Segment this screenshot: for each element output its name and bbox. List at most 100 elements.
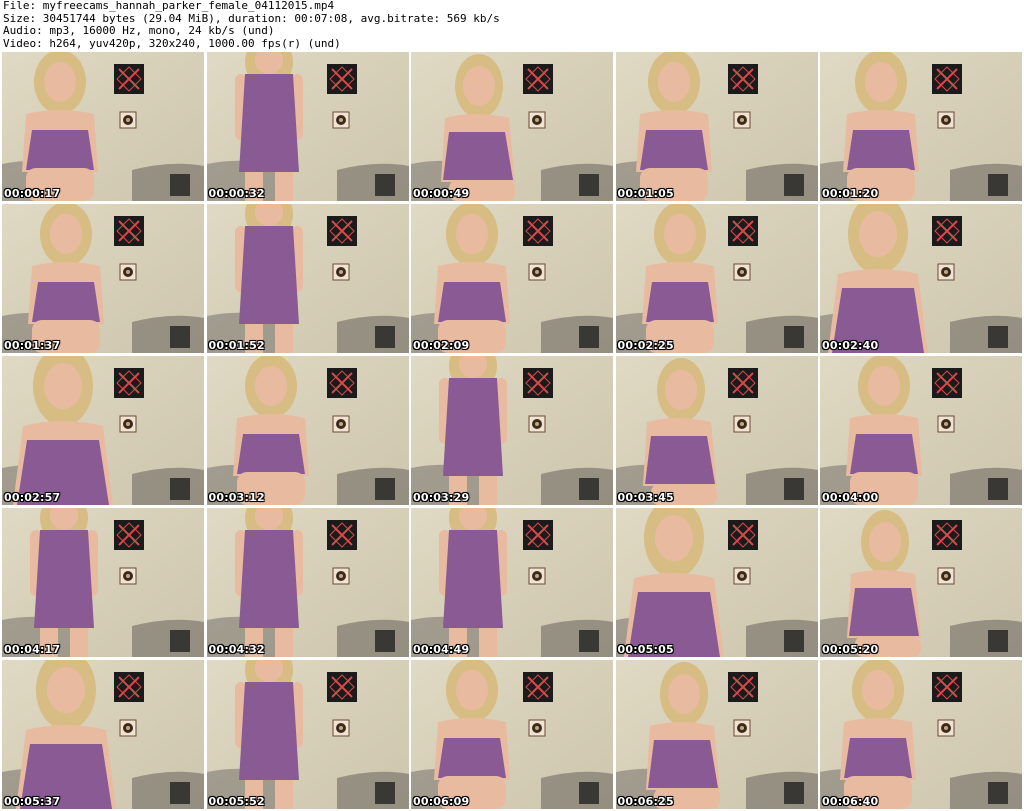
video-thumbnail: 00:04:32 (206, 508, 409, 657)
video-thumbnail: 00:02:57 (2, 356, 204, 505)
video-thumbnail: 00:01:37 (2, 204, 204, 353)
wall-art-frame (932, 64, 962, 94)
thumbnail-frame-image (2, 52, 204, 201)
video-thumbnail: 00:00:17 (2, 52, 204, 201)
video-thumbnail: 00:05:37 (2, 660, 204, 809)
thumbnail-timestamp: 00:05:37 (4, 795, 61, 808)
file-name-line: File: myfreecams_hannah_parker_female_04… (3, 0, 335, 12)
thumbnail-frame-image (206, 204, 409, 353)
thumbnail-timestamp: 00:01:37 (4, 339, 61, 352)
thumbnail-frame-image (411, 52, 613, 201)
thumbnail-frame-image (820, 508, 1022, 657)
thumbnail-frame-image (820, 204, 1022, 353)
thumbnail-frame-image (615, 508, 818, 657)
thumbnail-frame-image (2, 508, 204, 657)
wall-art-frame (114, 672, 144, 702)
video-thumbnail: 00:04:00 (820, 356, 1022, 505)
thumbnail-timestamp: 00:02:25 (617, 339, 674, 352)
thumbnail-timestamp: 00:02:09 (413, 339, 470, 352)
wall-art-frame (932, 368, 962, 398)
thumbnail-grid: 00:00:17 00:00:32 00:00:49 00:01:05 00:01:20… (2, 52, 1022, 809)
thumbnail-timestamp: 00:04:17 (4, 643, 61, 656)
thumbnail-frame-image (2, 356, 204, 505)
video-thumbnail: 00:05:20 (820, 508, 1022, 657)
thumbnail-timestamp: 00:02:57 (4, 491, 61, 504)
wall-art-frame (114, 368, 144, 398)
video-thumbnail: 00:01:52 (206, 204, 409, 353)
video-thumbnail: 00:01:05 (615, 52, 818, 201)
thumbnail-frame-image (2, 204, 204, 353)
thumbnail-timestamp: 00:04:00 (822, 491, 879, 504)
thumbnail-timestamp: 00:05:05 (617, 643, 674, 656)
video-thumbnail: 00:06:25 (615, 660, 818, 809)
thumbnail-frame-image (206, 356, 409, 505)
thumbnail-frame-image (615, 52, 818, 201)
wall-art-frame (932, 216, 962, 246)
wall-art-frame (326, 64, 357, 94)
thumbnail-timestamp: 00:06:40 (822, 795, 879, 808)
thumbnail-frame-image (411, 204, 613, 353)
video-thumbnail: 00:00:49 (411, 52, 613, 201)
thumbnail-timestamp: 00:05:52 (208, 795, 265, 808)
wall-art-frame (523, 368, 553, 398)
wall-art-frame (727, 216, 758, 246)
audio-info-line: Audio: mp3, 16000 Hz, mono, 24 kb/s (und… (3, 24, 275, 37)
thumbnail-frame-image (820, 52, 1022, 201)
video-thumbnail: 00:06:09 (411, 660, 613, 809)
wall-art-frame (727, 64, 758, 94)
thumbnail-frame-image (411, 660, 613, 809)
video-thumbnail: 00:02:25 (615, 204, 818, 353)
wall-art-frame (523, 216, 553, 246)
thumbnail-frame-image (206, 660, 409, 809)
thumbnail-timestamp: 00:01:05 (617, 187, 674, 200)
video-thumbnail: 00:04:17 (2, 508, 204, 657)
video-thumbnail: 00:05:52 (206, 660, 409, 809)
wall-art-frame (114, 520, 144, 550)
video-thumbnail: 00:00:32 (206, 52, 409, 201)
wall-art-frame (326, 672, 357, 702)
video-thumbnail: 00:04:49 (411, 508, 613, 657)
thumbnail-timestamp: 00:04:49 (413, 643, 470, 656)
thumbnail-timestamp: 00:00:32 (208, 187, 265, 200)
thumbnail-timestamp: 00:01:20 (822, 187, 879, 200)
wall-art-frame (727, 520, 758, 550)
video-thumbnail: 00:03:12 (206, 356, 409, 505)
video-info-line: Video: h264, yuv420p, 320x240, 1000.00 f… (3, 36, 341, 50)
thumbnail-timestamp: 00:01:52 (208, 339, 265, 352)
video-thumbnail: 00:01:20 (820, 52, 1022, 201)
thumbnail-frame-image (615, 660, 818, 809)
thumbnail-timestamp: 00:03:29 (413, 491, 470, 504)
video-thumbnail: 00:05:05 (615, 508, 818, 657)
wall-art-frame (114, 64, 144, 94)
video-thumbnail: 00:06:40 (820, 660, 1022, 809)
video-thumbnail: 00:03:29 (411, 356, 613, 505)
thumbnail-frame-image (615, 204, 818, 353)
wall-art-frame (932, 520, 962, 550)
thumbnail-frame-image (820, 660, 1022, 809)
thumbnail-frame-image (2, 660, 204, 809)
wall-art-frame (326, 520, 357, 550)
wall-art-frame (114, 216, 144, 246)
thumbnail-timestamp: 00:03:45 (617, 491, 674, 504)
thumbnail-frame-image (820, 356, 1022, 505)
video-thumbnail: 00:02:09 (411, 204, 613, 353)
thumbnail-frame-image (411, 508, 613, 657)
thumbnail-frame-image (615, 356, 818, 505)
thumbnail-frame-image (206, 52, 409, 201)
thumbnail-timestamp: 00:03:12 (208, 491, 265, 504)
thumbnail-timestamp: 00:05:20 (822, 643, 879, 656)
wall-art-frame (523, 520, 553, 550)
wall-art-frame (326, 368, 357, 398)
wall-art-frame (727, 368, 758, 398)
thumbnail-timestamp: 00:00:17 (4, 187, 61, 200)
file-info-header: File: myfreecams_hannah_parker_female_04… (3, 0, 1018, 50)
thumbnail-frame-image (411, 356, 613, 505)
thumbnail-timestamp: 00:02:40 (822, 339, 879, 352)
wall-art-frame (326, 216, 357, 246)
thumbnail-timestamp: 00:06:09 (413, 795, 470, 808)
wall-art-frame (523, 64, 553, 94)
thumbnail-timestamp: 00:00:49 (413, 187, 470, 200)
thumbnail-timestamp: 00:06:25 (617, 795, 674, 808)
video-thumbnail: 00:03:45 (615, 356, 818, 505)
wall-art-frame (932, 672, 962, 702)
